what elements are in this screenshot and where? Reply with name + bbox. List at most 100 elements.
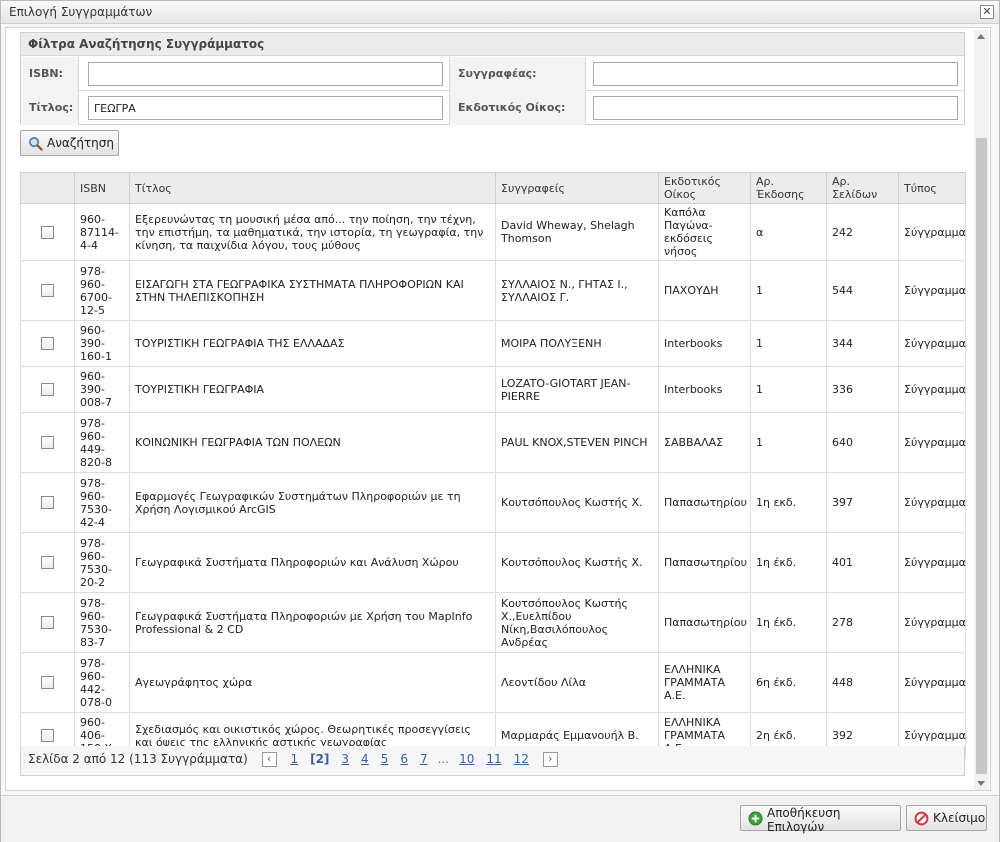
row-checkbox[interactable] [41, 225, 54, 239]
cell-pages: 397 [826, 472, 899, 533]
cell-isbn: 960-390-160-1 [74, 320, 130, 367]
publisher-input[interactable] [593, 96, 958, 120]
cell-authors: PAUL KNOX,STEVEN PINCH [495, 412, 659, 473]
column-header [20, 172, 75, 204]
cell-authors: Κουτσόπουλος Κωστής Χ. [495, 472, 659, 533]
page-link[interactable]: 5 [381, 752, 389, 766]
cell-authors: Λεοντίδου Λίλα [495, 652, 659, 713]
dialog-title: Επιλογή Συγγραμμάτων [9, 5, 153, 19]
page-link[interactable]: 7 [420, 752, 428, 766]
cell-isbn: 960-87114-4-4 [74, 203, 130, 261]
search-button-label: Αναζήτηση [47, 136, 114, 150]
select-cell [20, 472, 75, 533]
cell-pages: 544 [826, 260, 899, 321]
row-checkbox[interactable] [41, 383, 54, 397]
cell-edition: 1 [750, 412, 827, 473]
page-link[interactable]: 4 [361, 752, 369, 766]
table-row: 960-390-160-1 ΤΟΥΡΙΣΤΙΚΗ ΓΕΩΓΡΑΦΙΑ ΤΗΣ ΕΛ… [20, 320, 966, 367]
select-cell [20, 592, 75, 653]
select-cell [20, 652, 75, 713]
select-cell [20, 203, 75, 261]
cell-edition: α [750, 203, 827, 261]
page-link[interactable]: 12 [514, 752, 529, 766]
save-selections-button[interactable]: Αποθήκευση Επιλογών [740, 805, 901, 834]
cell-type: Σύγγραμμα [898, 652, 966, 713]
dialog-content: Φίλτρα Αναζήτησης Συγγράμματος ISBN: Συγ… [5, 27, 991, 791]
cell-publisher: Παπασωτηρίου [658, 532, 751, 593]
close-button[interactable]: Κλείσιμο [906, 805, 987, 831]
cell-type: Σύγγραμμα [898, 592, 966, 653]
table-row: 978-960-7530-20-2 Γεωγραφικά Συστήματα Πλ… [20, 532, 966, 593]
results-table: ISBN Τίτλος Συγγραφείς Εκδοτικός Οίκος Αρ. Έ… [20, 172, 966, 759]
cell-type: Σύγγραμμα [898, 320, 966, 367]
cell-edition: 1η έκδ. [750, 592, 827, 653]
cell-isbn: 978-960-7530-20-2 [74, 532, 130, 593]
title-input[interactable] [88, 96, 443, 120]
row-checkbox[interactable] [41, 676, 54, 690]
author-input[interactable] [593, 62, 958, 86]
search-button[interactable]: Αναζήτηση [20, 130, 119, 156]
row-checkbox[interactable] [41, 556, 54, 570]
table-row: 978-960-6700-12-5 ΕΙΣΑΓΩΓΗ ΣΤΑ ΓΕΩΓΡΑΦΙΚΑ… [20, 260, 966, 321]
cell-pages: 401 [826, 532, 899, 593]
cell-type: Σύγγραμμα [898, 532, 966, 593]
page-ellipsis: ... [437, 752, 450, 766]
column-header: Αρ. Έκδοσης [750, 172, 827, 204]
cell-authors: Κουτσόπουλος Κωστής Χ. [495, 532, 659, 593]
column-header: Εκδοτικός Οίκος [658, 172, 751, 204]
cell-type: Σύγγραμμα [898, 412, 966, 473]
next-page-button[interactable]: › [542, 752, 558, 767]
column-header: Αρ. Σελίδων [826, 172, 899, 204]
page-link[interactable]: 11 [486, 752, 501, 766]
cell-pages: 640 [826, 412, 899, 473]
cell-publisher: Interbooks [658, 320, 751, 367]
row-checkbox[interactable] [41, 496, 54, 510]
cell-title: ΚΟΙΝΩΝΙΚΗ ΓΕΩΓΡΑΦΙΑ ΤΩΝ ΠΟΛΕΩΝ [129, 412, 496, 473]
row-checkbox[interactable] [41, 729, 54, 743]
isbn-input[interactable] [88, 62, 443, 86]
column-header: Τίτλος [129, 172, 496, 204]
page-link[interactable]: 1 [290, 752, 298, 766]
pager-info: Σελίδα 2 από 12 (113 Συγγράμματα) [28, 752, 248, 766]
cell-publisher: ΕΛΛΗΝΙΚΑ ΓΡΑΜΜΑΤΑ Α.Ε. [658, 652, 751, 713]
page-link[interactable]: 10 [459, 752, 474, 766]
scrollbar-thumb[interactable] [976, 138, 987, 774]
cell-authors: ΣΥΛΛΑΙΟΣ Ν., ΓΗΤΑΣ Ι., ΣΥΛΛΑΙΟΣ Γ. [495, 260, 659, 321]
cell-title: ΤΟΥΡΙΣΤΙΚΗ ΓΕΩΓΡΑΦΙΑ [129, 366, 496, 413]
table-row: 978-960-7530-83-7 Γεωγραφικά Συστήματα Πλ… [20, 592, 966, 653]
close-icon[interactable]: ✕ [980, 5, 994, 19]
cell-type: Σύγγραμμα [898, 366, 966, 413]
select-cell [20, 320, 75, 367]
select-cell [20, 366, 75, 413]
column-header: ISBN [74, 172, 130, 204]
cell-title: Εφαρμογές Γεωγραφικών Συστημάτων Πληροφο… [129, 472, 496, 533]
pager: Σελίδα 2 από 12 (113 Συγγράμματα) ‹ 1 [2]… [20, 746, 965, 776]
cell-authors: LOZATO-GIOTART JEAN-PIERRE [495, 366, 659, 413]
scroll-up-icon[interactable] [977, 34, 985, 39]
cell-publisher: Παπασωτηρίου [658, 592, 751, 653]
cell-edition: 1 [750, 366, 827, 413]
publisher-label: Εκδοτικός Οίκος: [449, 91, 586, 125]
row-checkbox[interactable] [41, 284, 54, 298]
selection-dialog: Επιλογή Συγγραμμάτων ✕ Φίλτρα Αναζήτησης… [0, 0, 1000, 842]
cell-pages: 336 [826, 366, 899, 413]
cell-edition: 1 [750, 320, 827, 367]
cell-edition: 1η έκδ. [750, 532, 827, 593]
cell-pages: 448 [826, 652, 899, 713]
select-cell [20, 412, 75, 473]
page-link[interactable]: 6 [400, 752, 408, 766]
scroll-down-icon[interactable] [977, 781, 985, 786]
column-header: Συγγραφείς [495, 172, 659, 204]
cell-authors: Κουτσόπουλος Κωστής Χ.,Ευελπίδου Νίκη,Βα… [495, 592, 659, 653]
page-link[interactable]: 3 [341, 752, 349, 766]
cell-edition: 6η έκδ. [750, 652, 827, 713]
row-checkbox[interactable] [41, 337, 54, 351]
author-label: Συγγραφέας: [449, 57, 586, 91]
prev-page-button[interactable]: ‹ [261, 752, 277, 767]
row-checkbox[interactable] [41, 436, 54, 450]
cell-title: Γεωγραφικά Συστήματα Πληροφοριών με Χρήσ… [129, 592, 496, 653]
row-checkbox[interactable] [41, 616, 54, 630]
vertical-scrollbar[interactable] [974, 30, 989, 790]
cell-isbn: 960-390-008-7 [74, 366, 130, 413]
filters-header: Φίλτρα Αναζήτησης Συγγράμματος [21, 33, 964, 56]
